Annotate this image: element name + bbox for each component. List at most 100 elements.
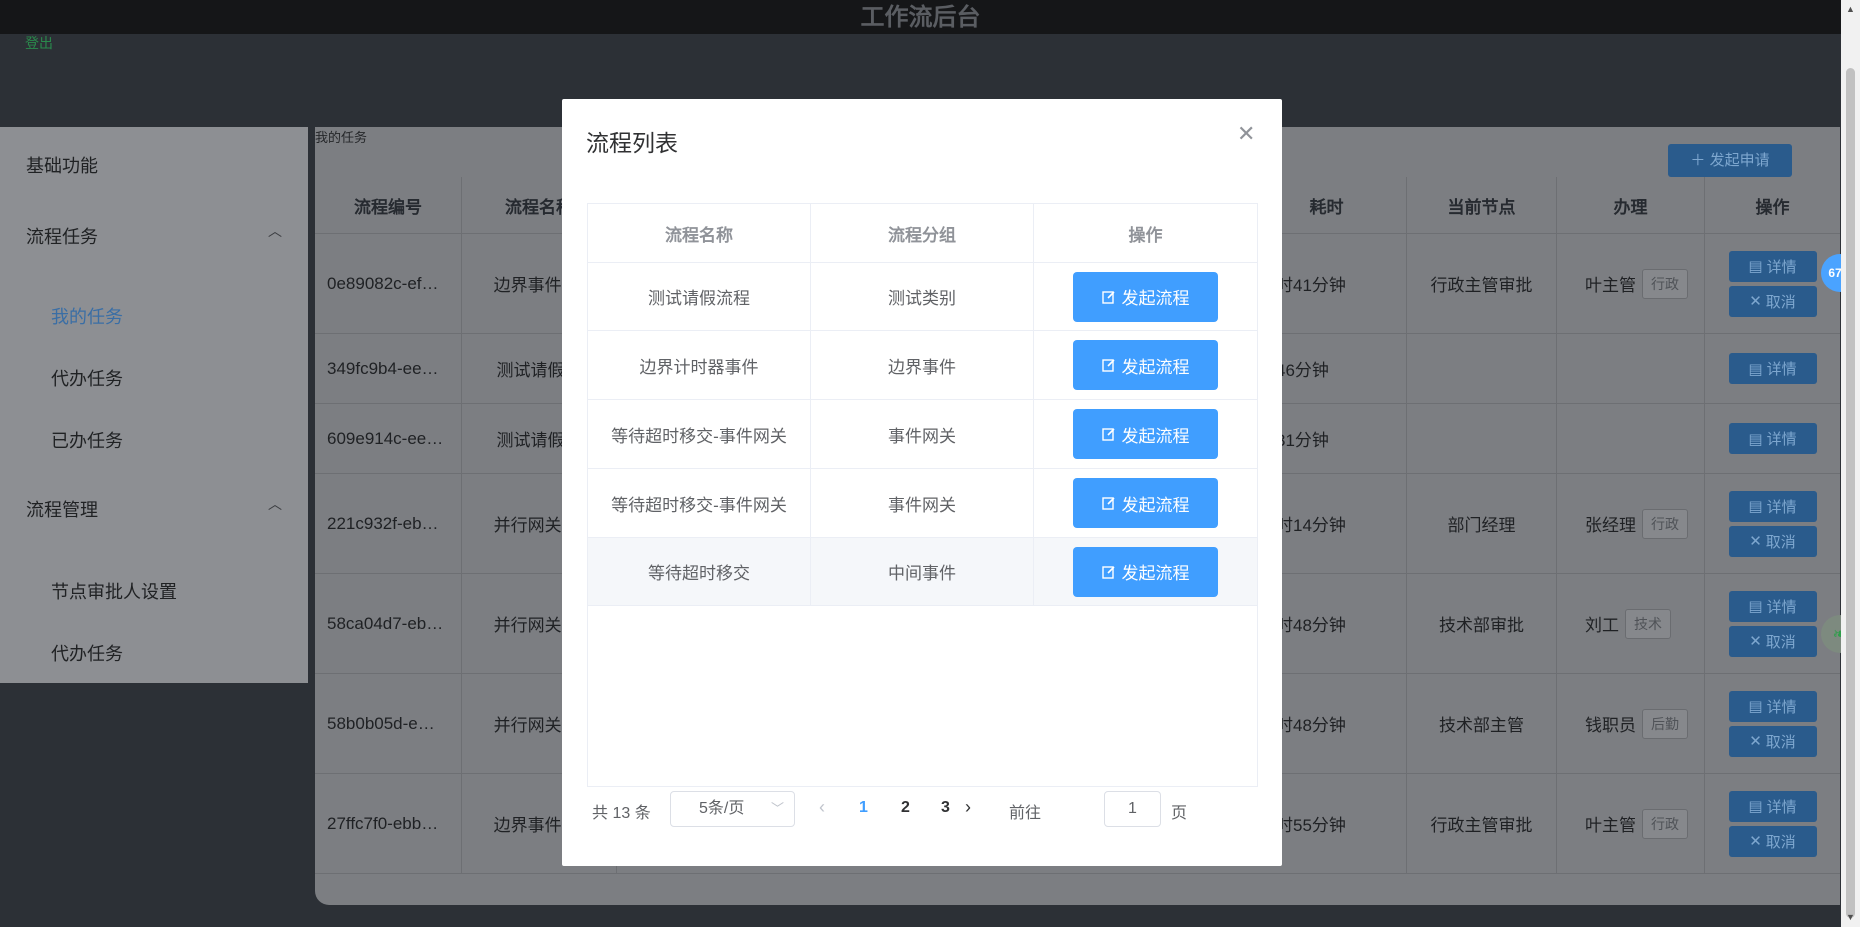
start-process-button[interactable]: 发起流程	[1073, 409, 1218, 459]
cell-current-node: 行政主管审批	[1407, 234, 1557, 333]
cell-current-node: 技术部审批	[1407, 574, 1557, 673]
plus-icon: ＋	[1690, 152, 1710, 169]
goto-page-input[interactable]: 1	[1104, 791, 1161, 827]
page-number-1[interactable]: 1	[859, 799, 868, 817]
apply-button[interactable]: ＋ 发起申请	[1668, 144, 1792, 177]
cell-process-group: 事件网关	[811, 469, 1034, 537]
close-icon[interactable]: ✕	[1237, 121, 1255, 147]
cell-process-name: 测试请假流程	[588, 263, 811, 330]
sidebar-group-tasks[interactable]: 流程任务	[26, 223, 98, 249]
cell-process-id: 349fc9b4-ee…	[315, 334, 462, 403]
start-process-button[interactable]: 发起流程	[1073, 546, 1218, 597]
handler-name: 张经理	[1585, 516, 1636, 535]
cell-ops: ▤ 详情 ✕ 取消	[1705, 234, 1840, 333]
start-process-button[interactable]: 发起流程	[1073, 271, 1218, 322]
cancel-button[interactable]: ✕ 取消	[1728, 725, 1817, 757]
document-icon: ▤	[1748, 258, 1763, 275]
col-header-ops: 操作	[1755, 197, 1790, 217]
cell-process-ops: 发起流程	[1034, 263, 1257, 330]
pagination-total: 共 13 条	[592, 805, 651, 822]
detail-button[interactable]: ▤ 详情	[1728, 690, 1817, 722]
detail-button[interactable]: ▤ 详情	[1728, 790, 1817, 822]
process-row: 边界计时器事件 边界事件 发起流程	[588, 331, 1257, 400]
process-list-dialog: 流程列表 ✕ 流程名称 流程分组 操作 测试请假流程 测试类别 发起流程 边界计时器事…	[562, 99, 1282, 866]
sidebar-item-done-tasks[interactable]: 已办任务	[51, 427, 123, 453]
chevron-right-icon[interactable]: ›	[965, 797, 971, 818]
scroll-up-icon[interactable]: ▲	[1846, 4, 1855, 14]
close-icon: ✕	[1749, 293, 1762, 310]
page-number-2[interactable]: 2	[901, 799, 910, 817]
op-label: 详情	[1766, 498, 1797, 516]
process-row: 测试请假流程 测试类别 发起流程	[588, 263, 1257, 331]
cancel-button[interactable]: ✕ 取消	[1728, 285, 1817, 317]
cell-current-node	[1407, 404, 1557, 473]
cell-process-group: 事件网关	[811, 400, 1034, 468]
sidebar-item-approver-settings[interactable]: 节点审批人设置	[51, 578, 177, 604]
detail-button[interactable]: ▤ 详情	[1728, 423, 1817, 454]
close-icon: ✕	[1749, 633, 1762, 650]
cell-current-node	[1407, 334, 1557, 403]
cell-handler: 张经理 行政	[1557, 474, 1705, 573]
cell-ops: ▤ 详情	[1705, 334, 1840, 403]
cell-ops: ▤ 详情 ✕ 取消	[1705, 574, 1840, 673]
start-process-label: 发起流程	[1121, 564, 1190, 583]
start-process-button[interactable]: 发起流程	[1073, 478, 1218, 528]
close-icon: ✕	[1749, 833, 1762, 850]
process-table-header: 流程名称 流程分组 操作	[588, 204, 1257, 263]
cancel-button[interactable]: ✕ 取消	[1728, 525, 1817, 557]
detail-button[interactable]: ▤ 详情	[1728, 590, 1817, 622]
logout-link[interactable]: 登出	[25, 33, 53, 53]
cell-process-name: 等待超时移交-事件网关	[588, 469, 811, 537]
cell-handler	[1557, 404, 1705, 473]
cancel-button[interactable]: ✕ 取消	[1728, 625, 1817, 657]
chevron-up-icon[interactable]: ︿	[268, 221, 282, 239]
edit-icon	[1101, 565, 1115, 579]
cell-process-id: 58ca04d7-eb…	[315, 574, 462, 673]
cell-process-id: 221c932f-eb…	[315, 474, 462, 573]
cell-process-name: 等待超时移交-事件网关	[588, 400, 811, 468]
chevron-up-icon[interactable]: ︿	[268, 494, 282, 512]
cell-handler: 钱职员 后勤	[1557, 674, 1705, 773]
detail-button[interactable]: ▤ 详情	[1728, 490, 1817, 522]
sidebar-item-pending-tasks[interactable]: 代办任务	[51, 365, 123, 391]
cell-handler: 叶主管 行政	[1557, 774, 1705, 873]
cell-handler: 叶主管 行政	[1557, 234, 1705, 333]
cell-current-node: 部门经理	[1407, 474, 1557, 573]
detail-button[interactable]: ▤ 详情	[1728, 250, 1817, 282]
cell-ops: ▤ 详情 ✕ 取消	[1705, 774, 1840, 873]
scroll-down-icon[interactable]: ▼	[1846, 912, 1855, 922]
page-size-select[interactable]: 5条/页 ﹀	[670, 791, 795, 827]
process-row: 等待超时移交-事件网关 事件网关 发起流程	[588, 400, 1257, 469]
page-suffix: 页	[1171, 805, 1188, 822]
cell-handler	[1557, 334, 1705, 403]
cancel-button[interactable]: ✕ 取消	[1728, 825, 1817, 857]
sidebar-item-agent-tasks[interactable]: 代办任务	[51, 640, 123, 666]
handler-tag: 行政	[1642, 508, 1688, 539]
chevron-left-icon[interactable]: ‹	[819, 797, 825, 818]
cell-process-name: 等待超时移交	[588, 538, 811, 605]
sidebar-item-my-tasks[interactable]: 我的任务	[51, 303, 123, 329]
handler-name: 叶主管	[1585, 816, 1636, 835]
pagination: 共 13 条 5条/页 ﹀ ‹ 1 2 3 › 前往 1 页	[587, 791, 1258, 827]
cell-process-id: 58b0b05d-e…	[315, 674, 462, 773]
scroll-thumb[interactable]	[1846, 68, 1855, 918]
sidebar: 基础功能 流程任务 ︿ 我的任务 代办任务 已办任务 流程管理 ︿ 节点审批人设…	[0, 127, 308, 683]
col-header-handler: 办理	[1557, 177, 1705, 233]
start-process-button[interactable]: 发起流程	[1073, 340, 1218, 390]
cell-process-ops: 发起流程	[1034, 331, 1257, 399]
start-process-label: 发起流程	[1121, 426, 1190, 446]
cell-process-group: 边界事件	[811, 331, 1034, 399]
cell-process-group: 测试类别	[811, 263, 1034, 330]
op-label: 取消	[1765, 833, 1796, 851]
sidebar-group-basic[interactable]: 基础功能	[26, 152, 98, 178]
scrollbar[interactable]: ▲ ▼	[1841, 0, 1860, 927]
page-number-3[interactable]: 3	[941, 799, 950, 817]
sidebar-group-manage[interactable]: 流程管理	[26, 496, 98, 522]
process-table: 流程名称 流程分组 操作 测试请假流程 测试类别 发起流程 边界计时器事件 边界事件 发起…	[587, 203, 1258, 787]
edit-icon	[1101, 497, 1115, 510]
detail-button[interactable]: ▤ 详情	[1728, 353, 1817, 384]
app-root: 工作流后台 登出 基础功能 流程任务 ︿ 我的任务 代办任务 已办任务 流程管理…	[0, 0, 1860, 927]
cell-process-name: 边界计时器事件	[588, 331, 811, 399]
handler-tag: 后勤	[1642, 708, 1688, 739]
cell-process-id: 0e89082c-ef…	[315, 234, 462, 333]
